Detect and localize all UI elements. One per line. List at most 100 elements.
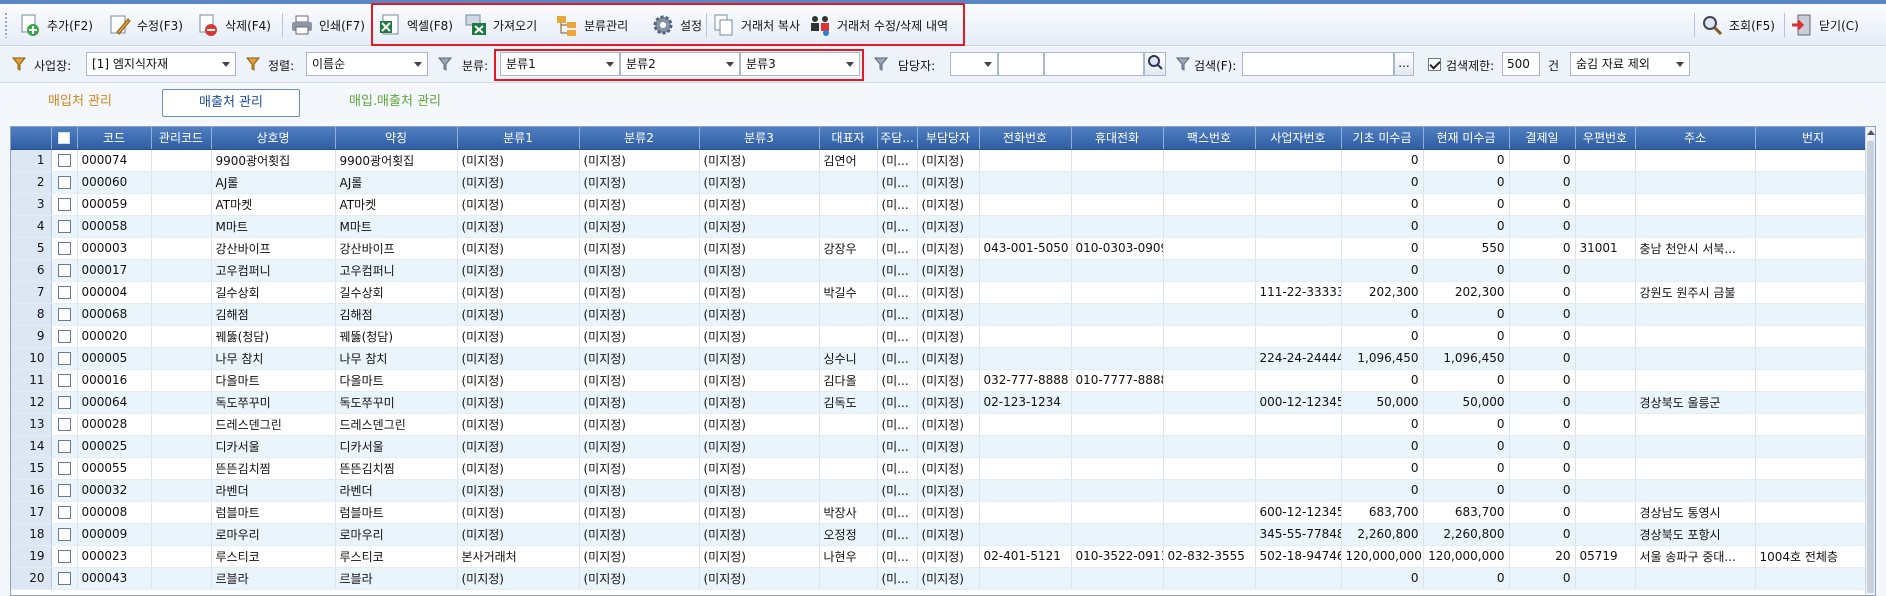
table-cell[interactable]: (미지정)	[457, 237, 580, 260]
table-cell[interactable]: 683,700	[1423, 501, 1510, 524]
table-cell[interactable]: (미지정)	[917, 457, 980, 480]
table-cell[interactable]: (미지정)	[917, 171, 980, 194]
table-cell[interactable]: 010-0303-0909	[1071, 237, 1164, 260]
header-mobile[interactable]: 휴대전화	[1071, 127, 1164, 150]
table-cell[interactable]	[1755, 457, 1872, 480]
table-cell[interactable]: 000008	[77, 501, 152, 524]
row-select-cell[interactable]	[51, 435, 78, 458]
table-cell[interactable]: 로마우리	[335, 523, 458, 546]
table-cell[interactable]	[1635, 413, 1756, 436]
table-cell[interactable]	[1255, 303, 1342, 326]
table-cell[interactable]	[151, 567, 212, 590]
table-cell[interactable]	[1163, 281, 1256, 304]
table-cell[interactable]	[1635, 259, 1756, 282]
table-cell[interactable]: 0	[1509, 325, 1576, 348]
table-cell[interactable]: 010-3522-0911	[1071, 545, 1164, 568]
manager-code-input[interactable]	[998, 52, 1044, 76]
table-cell[interactable]: 0	[1341, 479, 1424, 502]
table-cell[interactable]: (미...	[877, 567, 918, 590]
vertical-scrollbar[interactable]	[1865, 127, 1875, 595]
table-cell[interactable]: 0	[1423, 479, 1510, 502]
import-button[interactable]: 가져오기	[464, 9, 537, 41]
table-cell[interactable]: 나무 참치	[211, 347, 336, 370]
table-cell[interactable]	[1163, 523, 1256, 546]
table-row[interactable]: 15 000055 뜬뜬김치찜 뜬뜬김치찜 (미지정) (미지정) (미지정) (미... (미…	[11, 457, 1872, 480]
table-cell[interactable]	[1635, 149, 1756, 172]
table-cell[interactable]: 경상북도 울릉군	[1635, 391, 1756, 414]
table-cell[interactable]	[1755, 567, 1872, 590]
table-cell[interactable]: 나현우	[819, 545, 878, 568]
client-history-button[interactable]: 거래처 수정/삭제 내역	[808, 9, 948, 41]
table-cell[interactable]	[151, 479, 212, 502]
table-cell[interactable]: 000023	[77, 545, 152, 568]
header-representative[interactable]: 대표자	[819, 127, 878, 150]
sort-select[interactable]: 이름순	[306, 52, 428, 76]
table-cell[interactable]	[979, 303, 1072, 326]
table-cell[interactable]: (미지정)	[579, 215, 700, 238]
table-cell[interactable]: (미지정)	[457, 171, 580, 194]
row-checkbox[interactable]	[57, 418, 71, 431]
table-cell[interactable]	[1163, 479, 1256, 502]
table-cell[interactable]	[1071, 523, 1164, 546]
table-cell[interactable]: 0	[1509, 523, 1576, 546]
table-cell[interactable]: 김다올	[819, 369, 878, 392]
table-cell[interactable]	[151, 501, 212, 524]
table-row[interactable]: 16 000032 라벤더 라벤더 (미지정) (미지정) (미지정) (미... (미지정) 0…	[11, 479, 1872, 502]
table-cell[interactable]	[1071, 347, 1164, 370]
table-cell[interactable]: 0	[1509, 413, 1576, 436]
table-cell[interactable]	[1635, 457, 1756, 480]
table-cell[interactable]	[1635, 347, 1756, 370]
header-current-receivable[interactable]: 현재 미수금	[1423, 127, 1510, 150]
table-cell[interactable]: (미지정)	[579, 237, 700, 260]
table-cell[interactable]: 다올마트	[211, 369, 336, 392]
table-row[interactable]: 14 000025 디카서울 디카서울 (미지정) (미지정) (미지정) (미... (미지정…	[11, 435, 1872, 458]
table-cell[interactable]: (미지정)	[699, 259, 820, 282]
table-cell[interactable]: 0	[1423, 171, 1510, 194]
table-cell[interactable]	[1575, 281, 1636, 304]
table-cell[interactable]: 본사거래처	[457, 545, 580, 568]
table-cell[interactable]: 0	[1341, 215, 1424, 238]
table-cell[interactable]: 0	[1509, 149, 1576, 172]
table-cell[interactable]	[1071, 281, 1164, 304]
table-cell[interactable]	[1575, 369, 1636, 392]
table-cell[interactable]: (미지정)	[699, 347, 820, 370]
row-select-cell[interactable]	[51, 413, 78, 436]
table-row[interactable]: 12 000064 독도쭈꾸미 독도쭈꾸미 (미지정) (미지정) (미지정) 김독도 (미..…	[11, 391, 1872, 414]
table-cell[interactable]: 꿰뚫(청담)	[335, 325, 458, 348]
table-cell[interactable]: (미지정)	[699, 237, 820, 260]
table-cell[interactable]	[1071, 171, 1164, 194]
table-cell[interactable]	[151, 215, 212, 238]
table-cell[interactable]: 충남 천안시 서북...	[1635, 237, 1756, 260]
table-cell[interactable]: 경상남도 통영시	[1635, 501, 1756, 524]
row-select-cell[interactable]	[51, 369, 78, 392]
table-cell[interactable]	[979, 347, 1072, 370]
header-payment-day[interactable]: 결제일	[1509, 127, 1576, 150]
scroll-thumb[interactable]	[1867, 141, 1874, 593]
table-cell[interactable]: (미지정)	[917, 567, 980, 590]
search-limit-checkbox[interactable]	[1428, 58, 1441, 71]
table-cell[interactable]: 02-832-3555	[1163, 545, 1256, 568]
table-cell[interactable]: 0	[1423, 303, 1510, 326]
row-checkbox[interactable]	[57, 396, 71, 409]
table-row[interactable]: 11 000016 다올마트 다올마트 (미지정) (미지정) (미지정) 김다올 (미...(…	[11, 369, 1872, 392]
table-cell[interactable]: 0	[1509, 501, 1576, 524]
search-button[interactable]: 조회(F5)	[1700, 9, 1775, 41]
table-cell[interactable]: 0	[1423, 149, 1510, 172]
row-select-cell[interactable]	[51, 523, 78, 546]
table-cell[interactable]: 0	[1509, 281, 1576, 304]
table-cell[interactable]: (미지정)	[457, 325, 580, 348]
table-cell[interactable]	[819, 259, 878, 282]
table-cell[interactable]: (미지정)	[699, 435, 820, 458]
table-cell[interactable]: (미지정)	[699, 413, 820, 436]
table-cell[interactable]: 032-777-8888	[979, 369, 1072, 392]
table-cell[interactable]	[1575, 303, 1636, 326]
table-cell[interactable]	[1635, 303, 1756, 326]
table-cell[interactable]: 0	[1509, 457, 1576, 480]
table-cell[interactable]: (미...	[877, 413, 918, 436]
table-cell[interactable]: 000003	[77, 237, 152, 260]
copy-client-button[interactable]: 거래처 복사	[712, 9, 800, 41]
table-cell[interactable]: (미지정)	[457, 215, 580, 238]
table-cell[interactable]: (미지정)	[579, 391, 700, 414]
table-cell[interactable]	[1163, 391, 1256, 414]
table-cell[interactable]	[979, 567, 1072, 590]
